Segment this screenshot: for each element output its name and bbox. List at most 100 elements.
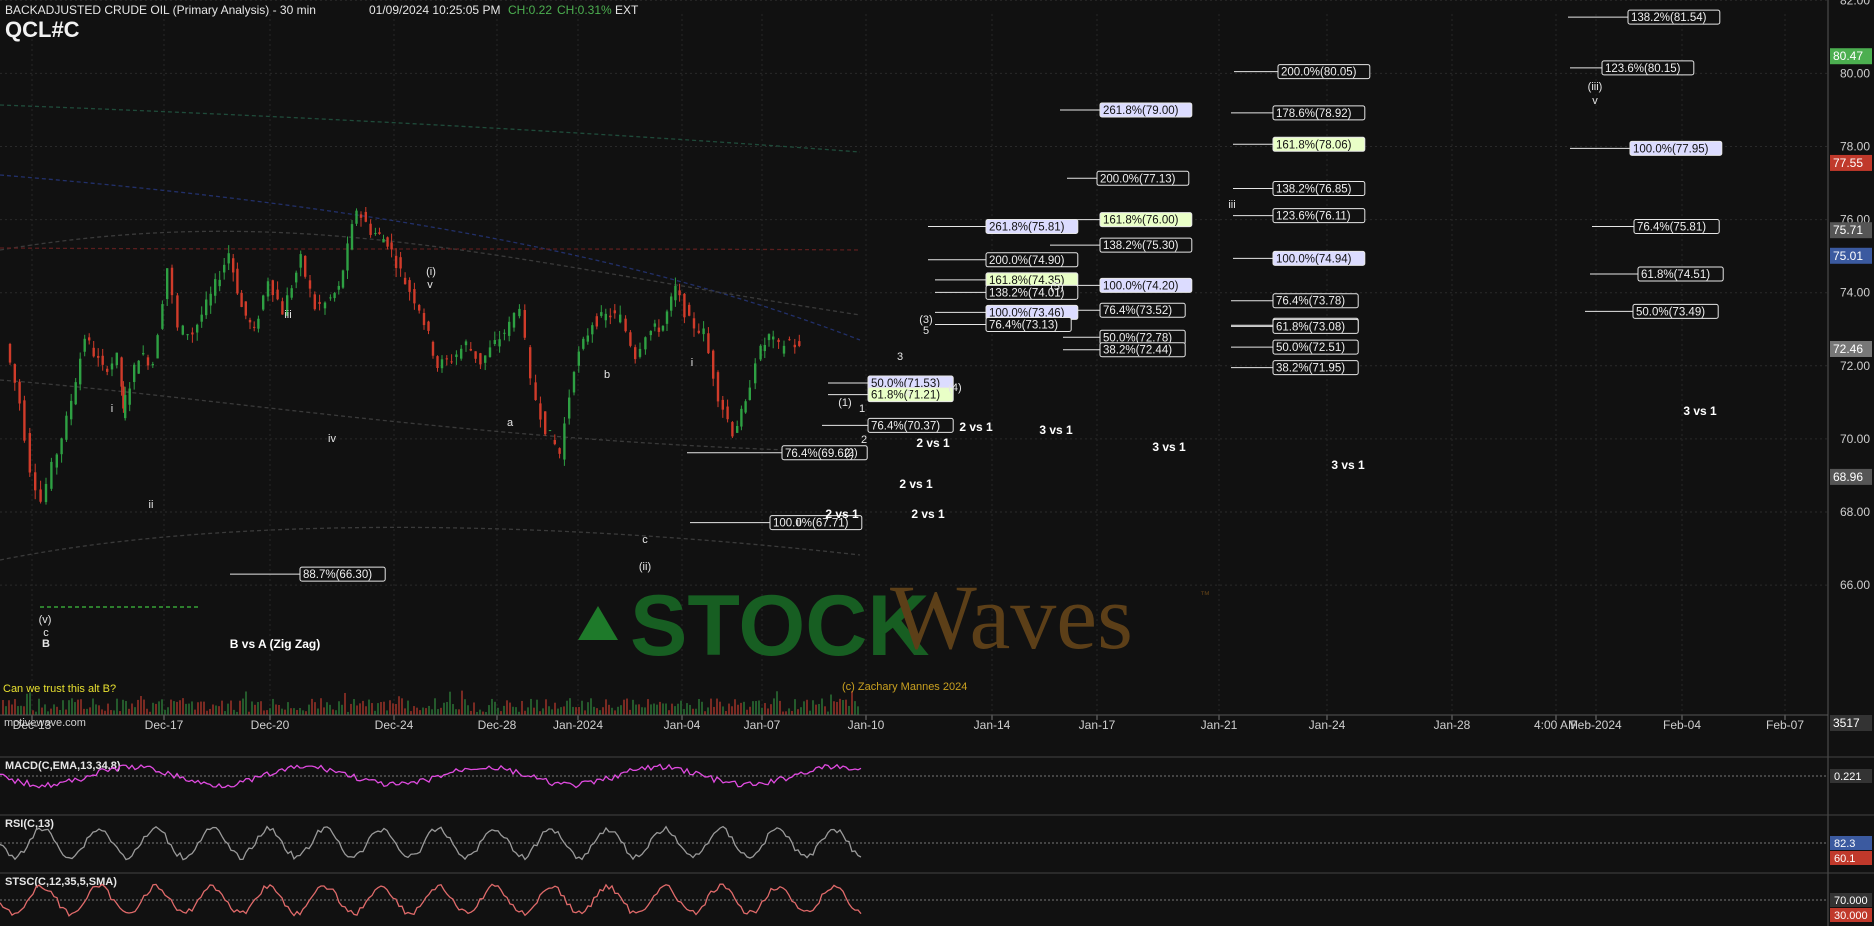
wave-label: i	[691, 357, 693, 369]
candle-body	[266, 281, 270, 297]
candle-body	[413, 289, 416, 304]
candle-body	[88, 337, 91, 341]
volume-bar	[56, 706, 58, 715]
volume-bar	[539, 711, 541, 715]
price-chart[interactable]: STOCK Waves ™ 261.8%(83.37)161.8%(83.84)…	[0, 0, 1874, 926]
candle-body	[638, 348, 642, 357]
volume-bar	[362, 700, 364, 715]
volume-bar	[638, 704, 640, 715]
volume-bar	[263, 710, 265, 715]
indicator-name: RSI(C,13)	[5, 818, 54, 830]
candle-body	[386, 237, 389, 247]
volume-bar	[812, 700, 814, 715]
logo-stock-text: STOCK	[630, 578, 929, 674]
volume-bar	[620, 705, 622, 715]
time-tick-label: Feb-2024	[1570, 718, 1622, 732]
fib-level-label: 200.0%(74.90)	[989, 255, 1065, 267]
candle-body	[508, 321, 511, 336]
volume-bar	[35, 711, 37, 715]
volume-bar	[281, 708, 283, 715]
fib-level-label: 100.0%(77.95)	[1633, 143, 1709, 155]
volume-bar	[656, 704, 658, 715]
candle-body	[308, 280, 312, 289]
chart-datetime: 01/09/2024 10:25:05 PM	[369, 3, 501, 17]
volume-bar	[413, 706, 415, 715]
candle-body	[253, 326, 256, 328]
volume-bar	[530, 698, 532, 715]
volume-bar	[176, 701, 178, 715]
volume-bar	[440, 707, 442, 715]
volume-bar	[647, 699, 649, 715]
wave-label: (5)	[1050, 281, 1063, 293]
volume-bar	[446, 701, 448, 715]
candle-body	[74, 382, 77, 405]
volume-bar	[857, 706, 859, 715]
volume-bar	[206, 710, 208, 715]
candle-body	[436, 356, 439, 368]
fib-level-label: 76.4%(73.52)	[1103, 305, 1172, 317]
time-tick-label: Jan-24	[1309, 718, 1346, 732]
volume-bar	[590, 698, 592, 715]
volume-bar	[53, 704, 55, 715]
wave-label: iii	[284, 309, 291, 321]
volume-bar	[104, 710, 106, 715]
candle-body	[92, 347, 95, 357]
volume-bar	[278, 704, 280, 715]
volume-bar	[284, 709, 286, 715]
time-tick-label: Jan-21	[1201, 718, 1238, 732]
volume-bar	[14, 699, 16, 715]
volume-bar	[254, 704, 256, 715]
wave-label: ii	[797, 517, 802, 529]
fib-level-label: 76.4%(73.78)	[1276, 296, 1345, 308]
volume-bar	[344, 692, 346, 715]
volume-bar	[437, 709, 439, 715]
candle-body	[445, 358, 448, 360]
candle-body	[763, 344, 766, 352]
volume-bar	[791, 710, 793, 715]
volume-bar	[128, 708, 130, 715]
candle-body	[748, 387, 751, 400]
volume-bar	[545, 699, 547, 715]
volume-bar	[425, 708, 427, 715]
volume-bar	[575, 707, 577, 715]
volume-bar	[110, 710, 112, 715]
candle-body	[133, 364, 136, 383]
candle-body	[670, 296, 673, 311]
price-tick-label: 78.00	[1840, 140, 1870, 154]
volume-bar	[125, 700, 127, 715]
candle-body	[181, 325, 184, 335]
candle-body	[333, 293, 336, 299]
volume-bar	[608, 704, 610, 715]
candle-body	[200, 314, 203, 322]
candle-body	[23, 400, 26, 441]
candle-body	[512, 312, 516, 328]
candle-body	[529, 347, 532, 379]
price-tag-label: 77.55	[1833, 156, 1863, 170]
wave-label: 5	[923, 325, 929, 337]
candle-body	[34, 472, 37, 491]
volume-bar	[428, 705, 430, 715]
candle-body	[281, 301, 284, 315]
volume-bar	[662, 703, 664, 715]
volume-bar	[737, 704, 739, 715]
candle-body	[595, 316, 598, 327]
volume-bar	[692, 708, 694, 715]
volume-bar	[803, 701, 805, 715]
candle-body	[248, 319, 252, 323]
price-tick-label: 70.00	[1840, 432, 1870, 446]
candle-body	[369, 223, 372, 235]
candle-body	[186, 334, 189, 336]
volume-bar	[707, 707, 709, 715]
volume-bar	[218, 706, 220, 715]
volume-bar	[299, 708, 301, 715]
volume-bar	[494, 701, 496, 715]
volume-bar	[629, 709, 631, 715]
volume-bar	[197, 702, 199, 715]
candle-body	[151, 363, 154, 366]
volume-bar	[644, 707, 646, 715]
volume-bar	[314, 702, 316, 715]
volume-bar	[617, 706, 619, 715]
volume-bar	[689, 704, 691, 715]
candle-body	[653, 323, 657, 327]
candle-body	[304, 255, 307, 277]
